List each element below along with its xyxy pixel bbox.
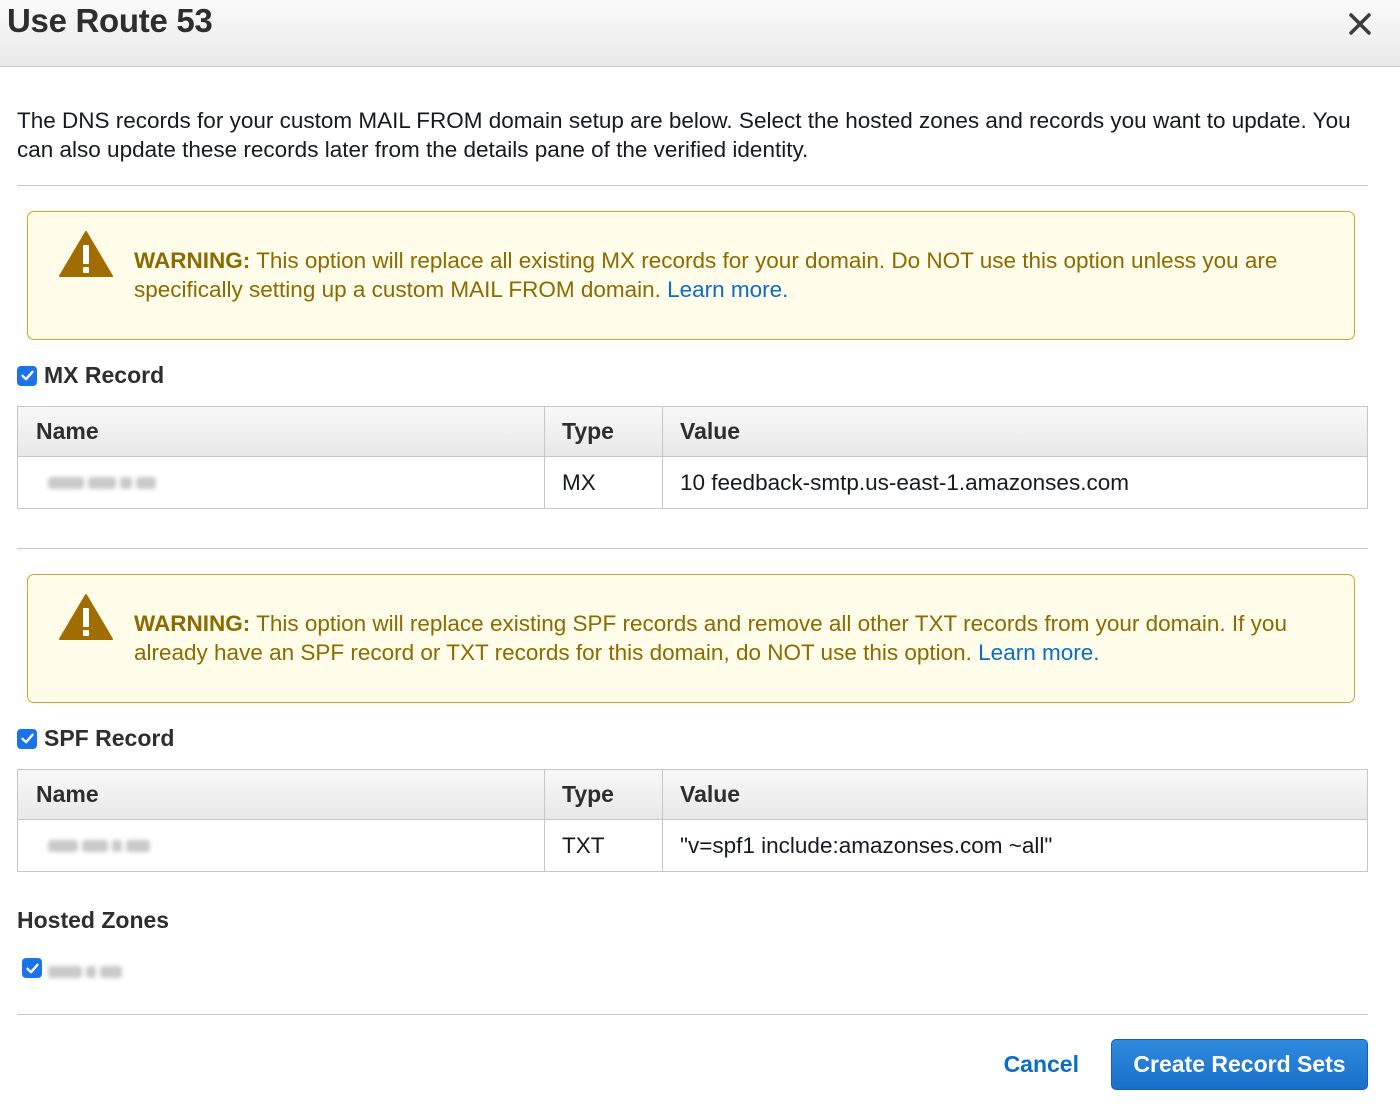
column-header-name: Name xyxy=(36,418,99,444)
learn-more-link[interactable]: Learn more. xyxy=(978,640,1099,665)
warning-label: WARNING: xyxy=(134,248,251,273)
table-row: TXT "v=spf1 include:amazonses.com ~all" xyxy=(18,820,1367,871)
hosted-zones-heading: Hosted Zones xyxy=(17,907,170,933)
divider xyxy=(17,185,1368,186)
mx-record-toggle: MX Record xyxy=(17,362,164,389)
spf-record-checkbox[interactable] xyxy=(17,728,37,749)
mx-record-table: Name Type Value MX 10 feedback-smtp.us-e… xyxy=(17,406,1368,509)
redacted-name xyxy=(48,839,150,852)
close-icon xyxy=(1349,13,1371,35)
column-header-type: Type xyxy=(562,781,614,807)
column-header-value: Value xyxy=(680,781,741,807)
warning-icon xyxy=(59,231,113,277)
hosted-zone-item xyxy=(22,958,122,978)
table-row: MX 10 feedback-smtp.us-east-1.amazonses.… xyxy=(18,457,1367,508)
hosted-zone-checkbox[interactable] xyxy=(22,958,42,978)
learn-more-link[interactable]: Learn more. xyxy=(667,277,788,302)
dialog-header: Use Route 53 xyxy=(0,0,1400,67)
warning-icon xyxy=(59,594,113,640)
spf-warning-box: WARNING: This option will replace existi… xyxy=(27,574,1355,703)
column-header-value: Value xyxy=(680,418,741,444)
mx-record-checkbox[interactable] xyxy=(17,365,37,386)
record-value: 10 feedback-smtp.us-east-1.amazonses.com xyxy=(680,469,1129,495)
warning-message: This option will replace existing SPF re… xyxy=(134,611,1287,665)
record-value: "v=spf1 include:amazonses.com ~all" xyxy=(680,832,1053,858)
warning-label: WARNING: xyxy=(134,611,251,636)
column-header-type: Type xyxy=(562,418,614,444)
dialog-footer: Cancel Create Record Sets xyxy=(1004,1039,1368,1090)
mx-warning-box: WARNING: This option will replace all ex… xyxy=(27,211,1355,340)
cancel-button[interactable]: Cancel xyxy=(1004,1051,1111,1078)
checkmark-icon xyxy=(25,963,39,973)
record-type: MX xyxy=(562,469,596,495)
divider xyxy=(17,1014,1368,1015)
close-button[interactable] xyxy=(1340,4,1380,44)
route53-dialog: Use Route 53 The DNS records for your cu… xyxy=(0,0,1400,1112)
record-type: TXT xyxy=(562,832,605,858)
column-header-name: Name xyxy=(36,781,99,807)
redacted-zone-name xyxy=(48,966,122,978)
divider xyxy=(17,548,1368,549)
dialog-title: Use Route 53 xyxy=(7,2,213,39)
redacted-name xyxy=(48,476,156,489)
spf-record-table: Name Type Value TXT "v=spf1 include:amaz… xyxy=(17,769,1368,872)
create-record-sets-button[interactable]: Create Record Sets xyxy=(1111,1039,1368,1090)
checkmark-icon xyxy=(20,370,34,381)
spf-record-label: SPF Record xyxy=(44,725,175,751)
mx-warning-text: WARNING: This option will replace all ex… xyxy=(134,246,1349,304)
checkmark-icon xyxy=(20,733,34,744)
spf-record-toggle: SPF Record xyxy=(17,725,174,752)
spf-warning-text: WARNING: This option will replace existi… xyxy=(134,609,1349,667)
table-header: Name Type Value xyxy=(18,407,1367,457)
table-header: Name Type Value xyxy=(18,770,1367,820)
intro-text: The DNS records for your custom MAIL FRO… xyxy=(17,108,1351,162)
mx-record-label: MX Record xyxy=(44,362,165,388)
